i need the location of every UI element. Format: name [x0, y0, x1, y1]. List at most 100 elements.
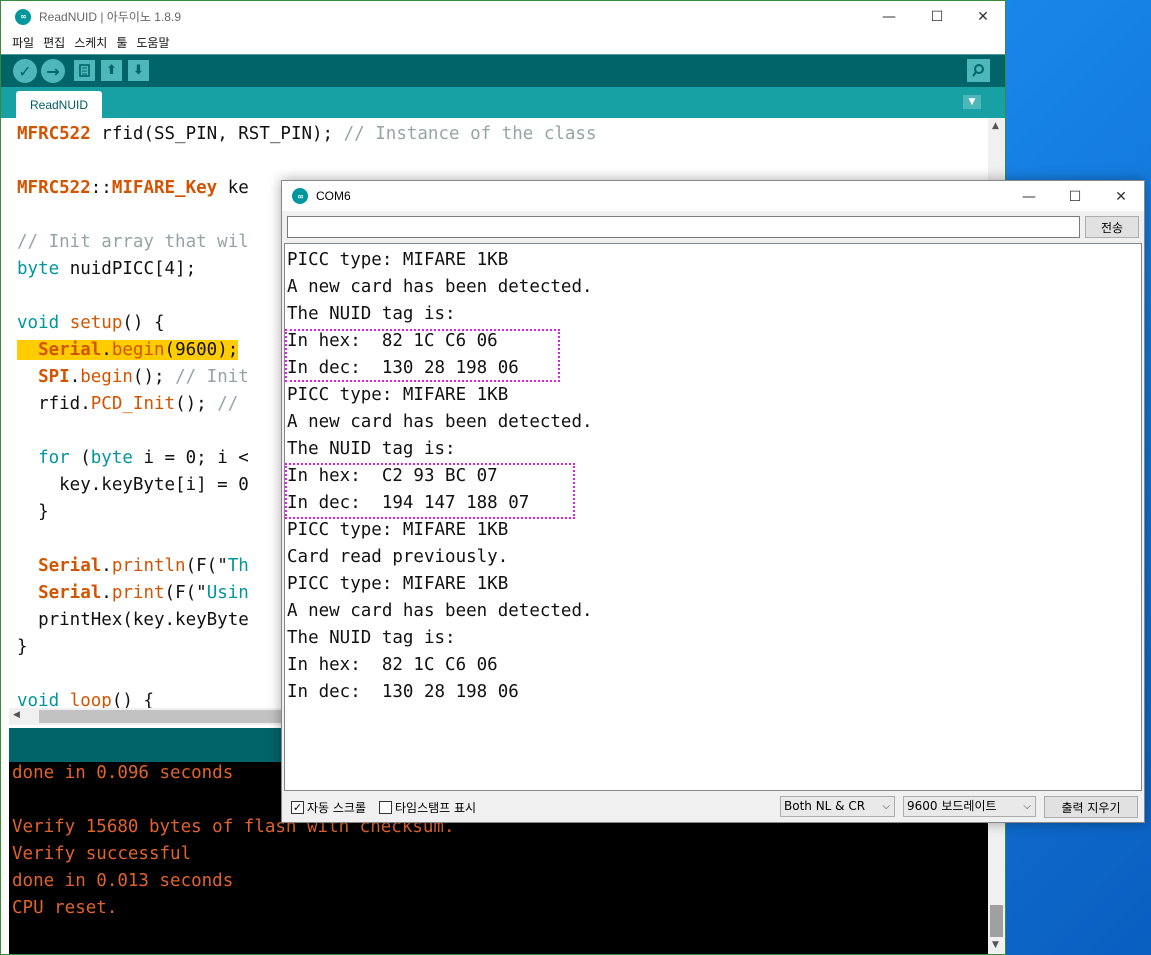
horizontal-scroll-thumb[interactable]: [39, 710, 289, 723]
serial-output-line: A new card has been detected.: [287, 277, 593, 297]
code-line: Serial.begin(9600);: [17, 337, 239, 364]
ide-titlebar[interactable]: ∞ ReadNUID | 아두이노 1.8.9 — ☐ ✕: [1, 1, 1005, 32]
menu-tools[interactable]: 툴: [116, 34, 127, 51]
serial-output-line: A new card has been detected.: [287, 601, 593, 621]
menu-help[interactable]: 도움말: [136, 34, 169, 51]
maximize-icon[interactable]: ☐: [914, 1, 960, 32]
code-line: Serial.println(F("Th: [17, 553, 249, 580]
serial-output-line: In dec: 130 28 198 06: [287, 682, 519, 702]
code-line: for (byte i = 0; i <: [17, 445, 249, 472]
code-token: // Init array that wil: [17, 232, 249, 252]
autoscroll-label: 자동 스크롤: [307, 801, 367, 815]
send-button[interactable]: 전송: [1085, 216, 1139, 238]
code-line: Serial.print(F("Usin: [17, 580, 249, 607]
code-token: (F(": [164, 583, 207, 603]
serial-monitor-icon[interactable]: [967, 59, 990, 82]
code-token: SPI: [38, 367, 70, 387]
serial-window-title: COM6: [316, 189, 351, 203]
serial-titlebar[interactable]: ∞ COM6 — ☐ ✕: [282, 181, 1144, 211]
ide-window-title: ReadNUID | 아두이노 1.8.9: [39, 10, 181, 24]
close-icon[interactable]: ✕: [1098, 181, 1144, 212]
tab-readnuid[interactable]: ReadNUID: [16, 91, 102, 118]
code-line: byte nuidPICC[4];: [17, 256, 196, 283]
ide-toolbar: ✓ → ⬆ ⬇: [1, 54, 1005, 87]
code-line: SPI.begin(); // Init: [17, 364, 249, 391]
menu-sketch[interactable]: 스케치: [74, 34, 107, 51]
code-token: .: [69, 367, 81, 387]
save-sketch-icon[interactable]: ⬇: [128, 60, 149, 81]
baud-rate-value: 9600 보드레이트: [907, 799, 997, 813]
code-line: MFRC522 rfid(SS_PIN, RST_PIN); // Instan…: [17, 121, 597, 148]
code-token: println: [111, 556, 186, 576]
code-token: (F(": [185, 556, 228, 576]
menu-edit[interactable]: 편집: [43, 34, 65, 51]
serial-output-line: In dec: 130 28 198 06: [287, 358, 519, 378]
serial-bottom-bar: ✓ 자동 스크롤 타임스탬프 표시 Both NL & CR ⌵ 9600 보드…: [282, 793, 1144, 823]
serial-output-line: A new card has been detected.: [287, 412, 593, 432]
code-token: i = 0; i <: [132, 448, 249, 468]
verify-icon[interactable]: ✓: [13, 59, 37, 83]
code-token: // Instance of the class: [343, 124, 597, 144]
code-token: MFRC522: [17, 178, 91, 198]
minimize-icon[interactable]: —: [866, 1, 912, 32]
code-token: setup: [69, 313, 123, 333]
serial-output-line: PICC type: MIFARE 1KB: [287, 250, 509, 270]
code-token: begin: [80, 367, 133, 387]
code-line: }: [17, 634, 28, 661]
scroll-left-icon[interactable]: ◀: [13, 710, 20, 720]
maximize-icon[interactable]: ☐: [1052, 181, 1098, 212]
code-token: for: [38, 448, 70, 468]
timestamp-label: 타임스탬프 표시: [395, 801, 477, 815]
magnifier-glyph: [972, 64, 984, 77]
code-token: PCD_Init: [90, 394, 176, 414]
serial-output-line: PICC type: MIFARE 1KB: [287, 520, 509, 540]
code-token: byte: [90, 448, 133, 468]
code-token: //: [217, 394, 239, 414]
clear-output-button[interactable]: 출력 지우기: [1044, 796, 1138, 818]
console-line: done in 0.013 seconds: [12, 871, 234, 891]
timestamp-checkbox[interactable]: [379, 801, 392, 814]
minimize-icon[interactable]: —: [1006, 181, 1052, 212]
console-line: done in 0.096 seconds: [12, 763, 234, 783]
code-token: rfid(SS_PIN, RST_PIN);: [90, 124, 344, 144]
serial-output-line: PICC type: MIFARE 1KB: [287, 385, 509, 405]
code-token: ();: [132, 367, 176, 387]
code-token: Serial: [38, 340, 102, 360]
scroll-down-icon[interactable]: ▼: [992, 940, 999, 950]
arduino-logo-icon: ∞: [15, 8, 31, 25]
baud-rate-select[interactable]: 9600 보드레이트 ⌵: [903, 796, 1036, 817]
code-token: Serial: [38, 556, 102, 576]
code-line: void loop() {: [17, 688, 154, 708]
console-line: CPU reset.: [12, 898, 118, 918]
new-sketch-icon[interactable]: [74, 60, 95, 81]
code-token: .: [101, 340, 112, 360]
tab-menu-dropdown-icon[interactable]: ▼: [963, 95, 981, 109]
code-line: // Init array that wil: [17, 229, 249, 256]
code-token: [17, 340, 39, 360]
autoscroll-checkbox[interactable]: ✓: [291, 801, 304, 814]
open-sketch-icon[interactable]: ⬆: [101, 60, 122, 81]
serial-send-input[interactable]: [287, 216, 1080, 238]
console-scroll-thumb[interactable]: [990, 905, 1003, 937]
scroll-up-icon[interactable]: ▲: [992, 121, 999, 131]
code-token: rfid.: [17, 394, 91, 414]
code-token: .: [101, 556, 112, 576]
close-icon[interactable]: ✕: [960, 1, 1005, 32]
code-token: Serial: [38, 583, 102, 603]
menu-file[interactable]: 파일: [12, 34, 34, 51]
code-line: void setup() {: [17, 310, 165, 337]
code-token: void: [17, 691, 60, 708]
code-token: .: [101, 583, 112, 603]
upload-icon[interactable]: →: [41, 59, 65, 83]
code-token: MFRC522: [17, 124, 91, 144]
code-token: ke: [217, 178, 249, 198]
line-ending-select[interactable]: Both NL & CR ⌵: [780, 796, 895, 817]
code-token: ();: [175, 394, 218, 414]
code-token: ::: [90, 178, 112, 198]
serial-output-line: PICC type: MIFARE 1KB: [287, 574, 509, 594]
